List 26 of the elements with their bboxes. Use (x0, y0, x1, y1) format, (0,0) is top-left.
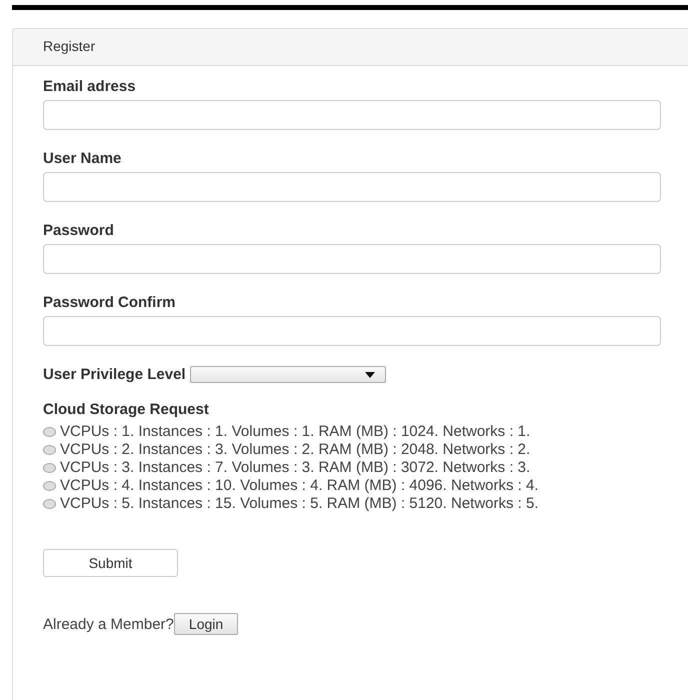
input-field[interactable] (43, 316, 661, 346)
radio-button[interactable] (43, 499, 56, 509)
radio-button[interactable] (43, 445, 56, 455)
radio-button[interactable] (43, 427, 56, 437)
radio-label[interactable]: VCPUs : 3. Instances : 7. Volumes : 3. RAM (MB) : 3072. Networks : 3. (60, 459, 530, 477)
login-button[interactable]: Login (174, 613, 238, 635)
panel-title: Register (43, 38, 96, 54)
input-field[interactable] (43, 172, 661, 202)
field-label: Password Confirm (43, 294, 177, 311)
input-field[interactable] (43, 100, 661, 130)
radio-button[interactable] (43, 463, 56, 473)
field-label: Email adress (43, 78, 137, 95)
submit-button[interactable]: Submit (43, 549, 178, 577)
radio-label[interactable]: VCPUs : 2. Instances : 3. Volumes : 2. RAM (MB) : 2048. Networks : 2. (60, 441, 530, 459)
field-label: User Name (43, 150, 122, 167)
radio-label[interactable]: VCPUs : 5. Instances : 15. Volumes : 5. RAM (MB) : 5120. Networks : 5. (60, 495, 539, 513)
field-label: User Privilege Level (43, 366, 186, 383)
radio-button[interactable] (43, 481, 56, 491)
dropdown-caret-icon (364, 372, 375, 378)
field-label: Password (43, 222, 115, 239)
input-field[interactable] (43, 244, 661, 274)
privilege-dropdown[interactable] (190, 366, 386, 383)
field-label: Cloud Storage Request (43, 401, 210, 418)
radio-label[interactable]: VCPUs : 1. Instances : 1. Volumes : 1. RAM (MB) : 1024. Networks : 1. (60, 423, 530, 441)
radio-label[interactable]: VCPUs : 4. Instances : 10. Volumes : 4. RAM (MB) : 4096. Networks : 4. (60, 477, 539, 495)
login-prompt: Already a Member? (43, 616, 174, 632)
